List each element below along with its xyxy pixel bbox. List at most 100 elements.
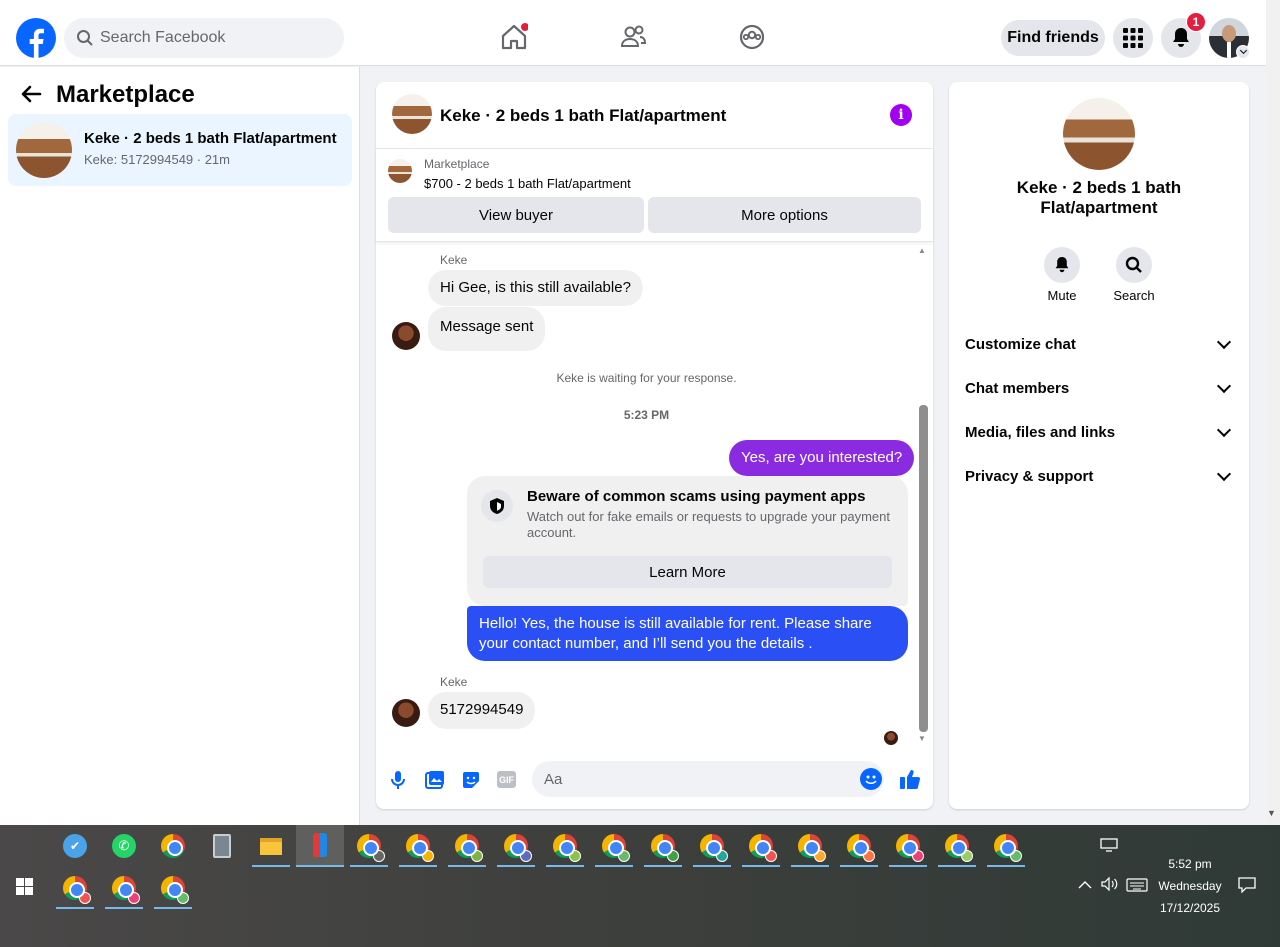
outgoing-message[interactable]: Hello! Yes, the house is still available…	[467, 606, 908, 661]
chat-scrollbar-thumb[interactable]	[919, 405, 928, 732]
desktop-peek-icon[interactable]	[1100, 838, 1118, 857]
chrome-profile-icon[interactable]	[56, 869, 94, 909]
shield-icon	[481, 490, 513, 522]
listing-photo[interactable]	[1063, 98, 1135, 170]
facebook-logo-icon[interactable]	[16, 18, 56, 58]
calculator-icon[interactable]	[203, 827, 241, 865]
chat-members-section[interactable]: Chat members	[965, 373, 1235, 403]
scroll-up-arrow-icon[interactable]: ▲	[918, 246, 926, 255]
search-icon	[76, 29, 94, 52]
mute-label[interactable]: Mute	[1032, 288, 1092, 303]
groups-icon[interactable]	[738, 22, 766, 52]
chat-title[interactable]: Keke · 2 beds 1 bath Flat/apartment	[440, 106, 726, 126]
customize-chat-section[interactable]: Customize chat	[965, 329, 1235, 359]
chrome-profile-icon[interactable]	[497, 827, 535, 867]
search-input[interactable]: Search Facebook	[64, 18, 344, 58]
chat-details-panel: Keke · 2 beds 1 bath Flat/apartment Mute…	[949, 82, 1249, 809]
page-scrollbar[interactable]	[1266, 0, 1280, 825]
incoming-message[interactable]: 5172994549	[428, 692, 536, 729]
page-title: Marketplace	[56, 81, 195, 108]
chrome-profile-icon[interactable]	[840, 827, 878, 867]
sender-avatar[interactable]	[392, 699, 420, 727]
whatsapp-icon[interactable]: ✆	[105, 827, 143, 865]
like-thumbs-up-icon[interactable]	[899, 768, 921, 795]
home-icon[interactable]	[500, 22, 529, 52]
view-buyer-button[interactable]: View buyer	[388, 197, 644, 233]
gif-icon[interactable]: GIF	[497, 771, 516, 788]
listing-price-title[interactable]: $700 - 2 beds 1 bath Flat/apartment	[424, 176, 631, 191]
clock-time[interactable]: 5:52 pm	[1140, 857, 1240, 871]
chrome-profile-icon[interactable]	[742, 827, 780, 867]
action-center-icon[interactable]	[1238, 877, 1256, 896]
chevron-down-icon	[1216, 334, 1232, 349]
mute-bell-icon[interactable]	[1044, 247, 1080, 283]
notification-badge: 1	[1186, 12, 1206, 32]
find-friends-button[interactable]: Find friends	[1001, 20, 1105, 56]
message-input-placeholder: Aa	[544, 770, 563, 788]
menu-grid-icon[interactable]	[1113, 18, 1153, 58]
section-label: Chat members	[965, 379, 1070, 397]
file-explorer-icon[interactable]	[252, 827, 290, 867]
marketplace-inbox-panel: Marketplace Keke · 2 beds 1 bath Flat/ap…	[0, 67, 360, 825]
listing-source: Marketplace	[424, 157, 490, 171]
sender-name: Keke	[440, 253, 468, 267]
privacy-support-section[interactable]: Privacy & support	[965, 461, 1235, 491]
emoji-icon[interactable]	[860, 768, 882, 790]
info-icon[interactable]: i	[890, 104, 912, 126]
account-chevron-icon[interactable]	[1236, 45, 1250, 59]
outgoing-message[interactable]: Yes, are you interested?	[729, 440, 915, 476]
snipping-tool-icon[interactable]	[296, 825, 344, 867]
listing-summary: Marketplace $700 - 2 beds 1 bath Flat/ap…	[376, 148, 933, 242]
incoming-message[interactable]: Hi Gee, is this still available?	[428, 270, 643, 306]
search-placeholder: Search Facebook	[100, 29, 226, 46]
media-files-links-section[interactable]: Media, files and links	[965, 417, 1235, 447]
sticker-icon[interactable]	[461, 770, 481, 795]
chevron-down-icon	[1216, 378, 1232, 393]
clock-day[interactable]: Wednesday	[1140, 879, 1240, 893]
chat-header-thumbnail[interactable]	[392, 94, 432, 134]
microphone-icon[interactable]	[390, 770, 406, 795]
conversation-list-item[interactable]: Keke · 2 beds 1 bath Flat/apartment Keke…	[8, 114, 352, 186]
chrome-profile-icon[interactable]	[693, 827, 731, 867]
chrome-profile-icon[interactable]	[399, 827, 437, 867]
scroll-down-arrow-icon[interactable]: ▼	[918, 734, 926, 743]
back-arrow-icon[interactable]	[20, 83, 42, 110]
show-hidden-icons-chevron-icon[interactable]	[1078, 879, 1092, 893]
chrome-profile-icon[interactable]	[938, 827, 976, 867]
search-conversation-icon[interactable]	[1116, 247, 1152, 283]
app-icon[interactable]: ✔	[56, 827, 94, 865]
chrome-profile-icon[interactable]	[350, 827, 388, 867]
volume-icon[interactable]	[1101, 876, 1119, 894]
learn-more-button[interactable]: Learn More	[483, 556, 892, 588]
clock-date[interactable]: 17/12/2025	[1140, 901, 1240, 915]
chrome-profile-icon[interactable]	[987, 827, 1025, 867]
more-options-button[interactable]: More options	[648, 197, 921, 233]
sender-avatar[interactable]	[392, 322, 420, 350]
chrome-profile-icon[interactable]	[154, 869, 192, 909]
top-navigation-bar: Search Facebook Find friends 1	[0, 0, 1266, 66]
chrome-profile-icon[interactable]	[889, 827, 927, 867]
chrome-profile-icon[interactable]	[105, 869, 143, 909]
read-receipt-avatar	[884, 731, 898, 745]
chrome-profile-icon[interactable]	[791, 827, 829, 867]
chevron-down-icon	[1216, 422, 1232, 437]
search-label[interactable]: Search	[1104, 288, 1164, 303]
chevron-down-icon	[1216, 466, 1232, 481]
chrome-canary-icon[interactable]	[154, 827, 192, 865]
photo-attach-icon[interactable]	[425, 770, 445, 795]
section-label: Media, files and links	[965, 423, 1116, 441]
chrome-profile-icon[interactable]	[595, 827, 633, 867]
message-input[interactable]: Aa	[532, 761, 884, 797]
friends-icon[interactable]	[619, 22, 647, 52]
windows-taskbar: ✔ ✆ 5:52 pm Wednesday 17/12/2025	[0, 825, 1280, 947]
scroll-down-arrow-icon[interactable]: ▼	[1267, 808, 1276, 818]
scam-warning-title: Beware of common scams using payment app…	[527, 488, 866, 505]
details-title: Keke · 2 beds 1 bath Flat/apartment	[1016, 178, 1182, 217]
windows-start-icon[interactable]	[16, 878, 33, 900]
listing-thumbnail	[16, 122, 72, 178]
waiting-notice: Keke is waiting for your response.	[556, 371, 737, 385]
incoming-message[interactable]: Message sent	[428, 307, 546, 351]
chrome-profile-icon[interactable]	[448, 827, 486, 867]
chrome-profile-icon[interactable]	[546, 827, 584, 867]
chrome-profile-icon[interactable]	[644, 827, 682, 867]
